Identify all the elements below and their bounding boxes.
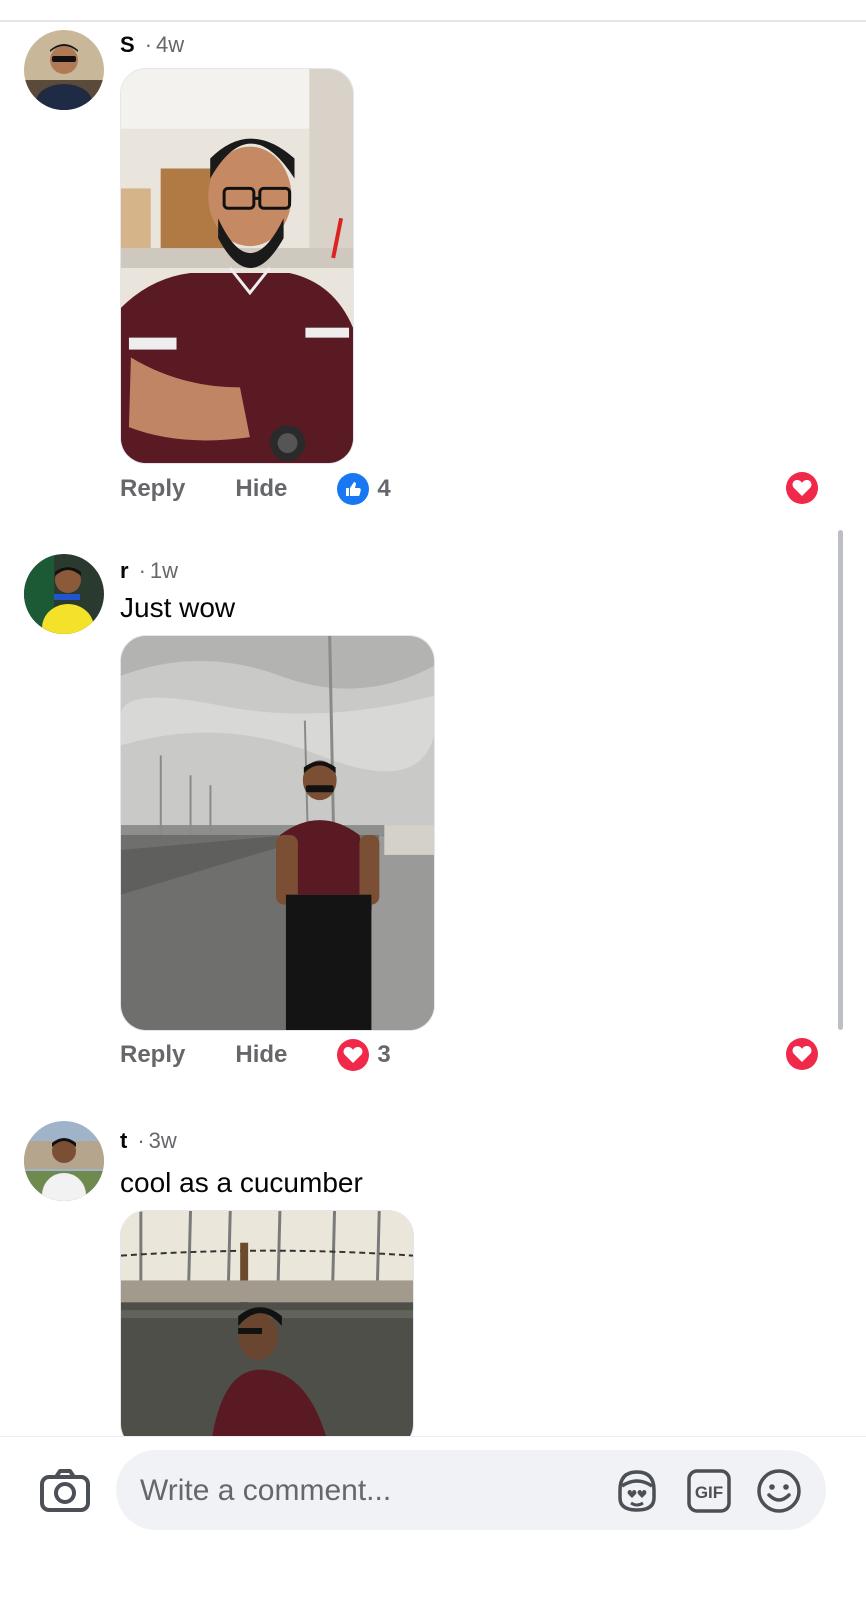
comment-text: cool as a cucumber <box>120 1167 363 1198</box>
author-name[interactable]: t <box>120 1128 127 1153</box>
comment-photo[interactable] <box>120 68 354 464</box>
emoji-icon[interactable] <box>756 1468 802 1514</box>
author-loved-heart-icon[interactable] <box>786 472 818 504</box>
comment-input-placeholder: Write a comment... <box>140 1474 392 1507</box>
top-divider <box>0 20 866 22</box>
reaction-count: 4 <box>377 475 391 502</box>
love-reaction-icon <box>337 1039 370 1071</box>
comment-time[interactable]: 1w <box>150 558 178 583</box>
like-icon <box>337 473 370 505</box>
reaction-summary[interactable]: 3 <box>337 1039 391 1071</box>
reply-button[interactable]: Reply <box>120 475 185 503</box>
author-name[interactable]: S <box>120 32 135 57</box>
reply-button[interactable]: Reply <box>120 1041 185 1069</box>
author-loved-heart-icon[interactable] <box>786 1038 818 1070</box>
commenter-avatar[interactable] <box>24 554 104 634</box>
gif-icon[interactable]: GIF <box>686 1468 732 1514</box>
comment-actions: Reply Hide 3 <box>120 1038 391 1072</box>
reaction-count: 3 <box>377 1041 391 1068</box>
comment-meta: S · 4w <box>120 32 184 58</box>
camera-icon[interactable] <box>40 1469 90 1513</box>
comment-actions: Reply Hide 4 <box>120 472 391 506</box>
comment-input[interactable]: Write a comment... GIF <box>116 1450 826 1530</box>
commenter-avatar[interactable] <box>24 1121 104 1201</box>
hide-button[interactable]: Hide <box>235 1041 287 1069</box>
comment-time[interactable]: 4w <box>156 32 184 57</box>
avatar-sticker-icon[interactable] <box>614 1468 660 1514</box>
comment-composer: Write a comment... GIF <box>0 1436 866 1600</box>
comment-meta: r · 1w <box>120 558 178 584</box>
author-name[interactable]: r <box>120 558 129 583</box>
comment-meta: t · 3w <box>120 1128 177 1154</box>
comment-photo[interactable] <box>120 635 435 1031</box>
commenter-avatar[interactable] <box>24 30 104 110</box>
svg-text:GIF: GIF <box>695 1483 723 1502</box>
comment-photo[interactable] <box>120 1210 414 1450</box>
comment-text: Just wow <box>120 592 236 623</box>
comment-time[interactable]: 3w <box>149 1128 177 1153</box>
meta-separator: · <box>138 558 146 583</box>
reaction-summary[interactable]: 4 <box>337 473 391 505</box>
meta-separator: · <box>144 32 153 57</box>
meta-separator: · <box>137 1128 145 1153</box>
hide-button[interactable]: Hide <box>235 475 287 503</box>
scrollbar[interactable] <box>838 530 843 1030</box>
